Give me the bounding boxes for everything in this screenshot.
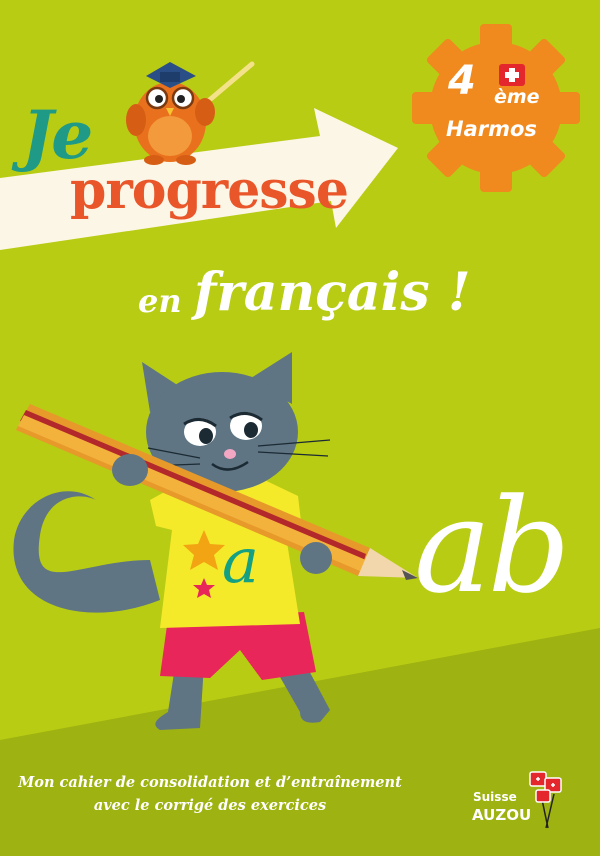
grade-label: Harmos <box>446 117 537 141</box>
written-letters: ab <box>414 470 571 622</box>
tagline-line-1: Mon cahier de consolidation et d’entraîn… <box>18 774 402 791</box>
title-progresse: progresse <box>70 160 349 221</box>
grade-number: 4 <box>448 58 476 104</box>
gear-badge <box>412 24 580 192</box>
book-cover: Je progresse en français ! 4 ème Harmos … <box>0 0 600 856</box>
title-en: en <box>138 282 182 320</box>
cat-tail <box>13 491 160 613</box>
cat-paw-left <box>112 454 148 486</box>
publisher-region: Suisse <box>473 790 517 804</box>
cat-paw-right <box>300 542 332 574</box>
title-francais: français ! <box>194 262 471 323</box>
publisher-name: AUZOU <box>472 806 532 824</box>
shirt-letter: a <box>222 524 259 597</box>
grade-suffix: ème <box>494 86 540 108</box>
swiss-flag-icon <box>499 64 525 86</box>
tagline-line-2: avec le corrigé des exercices <box>93 797 327 814</box>
